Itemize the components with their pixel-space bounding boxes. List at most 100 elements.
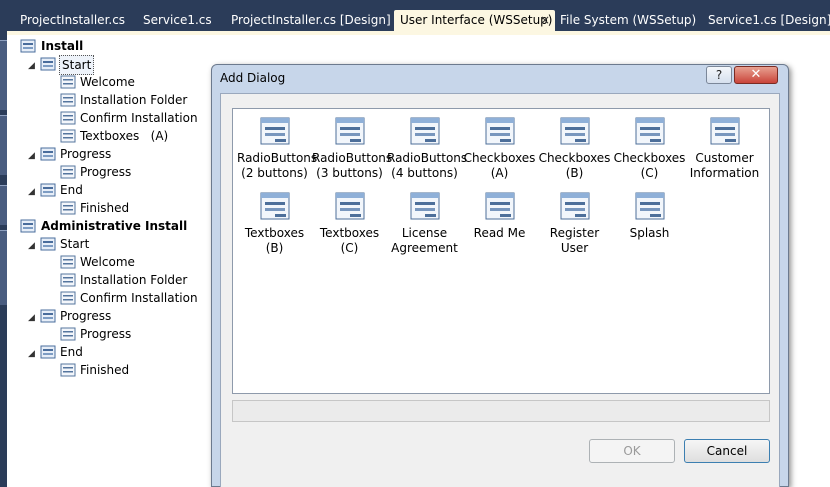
leaf-label: Confirm Installation: [80, 291, 198, 305]
dialog-template-item[interactable]: Customer Information: [687, 115, 762, 181]
leaf-label: Finished: [80, 363, 130, 377]
dialog-template-label: Customer Information: [689, 151, 760, 180]
dialog-template-item[interactable]: Splash: [612, 190, 687, 241]
dialog-template-item[interactable]: RadioButtons (2 buttons): [237, 115, 318, 181]
leaf-label: Confirm Installation: [80, 111, 198, 125]
leaf-label: Progress: [80, 327, 132, 341]
collapse-arrow-icon[interactable]: ◢: [28, 62, 37, 71]
dialog-template-list[interactable]: RadioButtons (2 buttons) RadioButtons (3 …: [232, 108, 770, 394]
leaf-label: Installation Folder: [80, 273, 188, 287]
dialog-icon: [60, 201, 76, 215]
dialog-template-label: RadioButtons (2 buttons): [237, 151, 318, 180]
node-label: Administrative Install: [41, 219, 188, 233]
dialog-icon: [60, 291, 76, 305]
node-label: Progress: [60, 147, 112, 161]
node-label: Start: [59, 55, 95, 75]
dialog-group-icon: [40, 237, 56, 251]
ui-sequence-tree[interactable]: Install ◢ Start Welcome Installation Fol…: [7, 35, 217, 487]
dialog-icon: [60, 129, 76, 143]
tab-service1-cs[interactable]: Service1.cs: [137, 10, 225, 32]
collapse-arrow-icon[interactable]: ◢: [28, 242, 37, 251]
dialog-icon: [60, 75, 76, 89]
collapse-arrow-icon[interactable]: ◢: [28, 314, 37, 323]
close-button[interactable]: ✕: [734, 66, 778, 84]
dialog-icon: [60, 255, 76, 269]
dialog-template-icon: [260, 117, 289, 145]
side-tab[interactable]: [0, 185, 7, 225]
dialog-template-label: Textboxes (B): [244, 226, 305, 255]
dialog-template-item[interactable]: Read Me: [462, 190, 537, 241]
dialog-template-item[interactable]: Checkboxes (C): [612, 115, 687, 181]
dialog-title: Add Dialog: [220, 71, 286, 85]
dialog-icon: [60, 165, 76, 179]
dialog-template-item[interactable]: Checkboxes (A): [462, 115, 537, 181]
cancel-button[interactable]: Cancel: [684, 439, 770, 463]
side-tab[interactable]: [0, 230, 7, 305]
dialog-template-icon: [260, 192, 289, 220]
tab-label: ProjectInstaller.cs: [20, 13, 126, 27]
side-tab[interactable]: [0, 115, 7, 175]
dialog-template-label: Read Me: [473, 226, 526, 240]
dialog-body: RadioButtons (2 buttons) RadioButtons (3 …: [220, 93, 780, 487]
close-tab-icon[interactable]: ×: [540, 10, 550, 31]
description-bar: [232, 400, 770, 422]
dialog-template-icon: [635, 117, 664, 145]
leaf-label: Finished: [80, 201, 130, 215]
collapse-arrow-icon[interactable]: ◢: [28, 152, 37, 161]
dialog-template-item[interactable]: Register User: [537, 190, 612, 256]
dialog-template-label: Checkboxes (C): [613, 151, 686, 180]
dialog-template-icon: [560, 192, 589, 220]
tab-label: Service1.cs [Design]: [708, 13, 830, 27]
node-label: End: [60, 183, 83, 197]
collapse-arrow-icon[interactable]: ◢: [28, 188, 37, 197]
ok-button[interactable]: OK: [589, 439, 675, 463]
node-label: Install: [41, 39, 84, 53]
node-label: End: [60, 345, 83, 359]
dialog-template-label: Register User: [549, 226, 600, 255]
tab-label: File System (WSSetup): [560, 13, 697, 27]
document-tab-bar: ProjectInstaller.cs Service1.cs ProjectI…: [7, 0, 830, 32]
dialog-template-icon: [560, 117, 589, 145]
tab-projectinstaller-design[interactable]: ProjectInstaller.cs [Design]: [225, 10, 397, 32]
collapse-arrow-icon[interactable]: ◢: [28, 350, 37, 359]
dialog-group-icon: [40, 309, 56, 323]
dialog-template-item[interactable]: RadioButtons (3 buttons): [312, 115, 393, 181]
dialog-template-icon: [410, 192, 439, 220]
dialog-template-item[interactable]: License Agreement: [387, 190, 462, 256]
install-root-icon: [20, 39, 36, 53]
dialog-group-icon: [40, 147, 56, 161]
ide-side-strip: [0, 0, 7, 487]
dialog-template-item[interactable]: Textboxes (B): [237, 190, 312, 256]
tab-projectinstaller-cs[interactable]: ProjectInstaller.cs: [14, 10, 134, 32]
dialog-template-icon: [335, 192, 364, 220]
tab-user-interface-wssetup[interactable]: User Interface (WSSetup) ×: [394, 10, 555, 32]
dialog-template-item[interactable]: Checkboxes (B): [537, 115, 612, 181]
dialog-template-label: RadioButtons (3 buttons): [312, 151, 393, 180]
tab-label: Service1.cs: [143, 13, 212, 27]
dialog-group-icon: [40, 57, 56, 71]
dialog-template-icon: [335, 117, 364, 145]
leaf-label: Progress: [80, 165, 132, 179]
tab-file-system-wssetup[interactable]: File System (WSSetup): [554, 10, 704, 32]
dialog-template-icon: [485, 192, 514, 220]
node-label: Progress: [60, 309, 112, 323]
leaf-label: Welcome: [80, 75, 135, 89]
tab-label: ProjectInstaller.cs [Design]: [231, 13, 391, 27]
add-dialog-window: Add Dialog ? ✕ RadioButtons (2 buttons) R…: [211, 64, 789, 487]
tab-service1-design[interactable]: Service1.cs [Design]: [702, 10, 830, 32]
leaf-label: Welcome: [80, 255, 135, 269]
dialog-template-item[interactable]: RadioButtons (4 buttons): [387, 115, 468, 181]
dialog-template-label: Splash: [629, 226, 670, 240]
dialog-template-label: RadioButtons (4 buttons): [387, 151, 468, 180]
dialog-template-item[interactable]: Textboxes (C): [312, 190, 387, 256]
dialog-group-icon: [40, 183, 56, 197]
dialog-template-icon: [410, 117, 439, 145]
side-tab[interactable]: [0, 40, 7, 110]
help-button[interactable]: ?: [706, 66, 732, 84]
tab-label: User Interface (WSSetup): [400, 13, 553, 27]
dialog-icon: [60, 111, 76, 125]
dialog-icon: [60, 273, 76, 287]
dialog-template-label: Checkboxes (B): [538, 151, 611, 180]
dialog-template-label: License Agreement: [391, 226, 458, 255]
dialog-template-label: Textboxes (C): [319, 226, 380, 255]
